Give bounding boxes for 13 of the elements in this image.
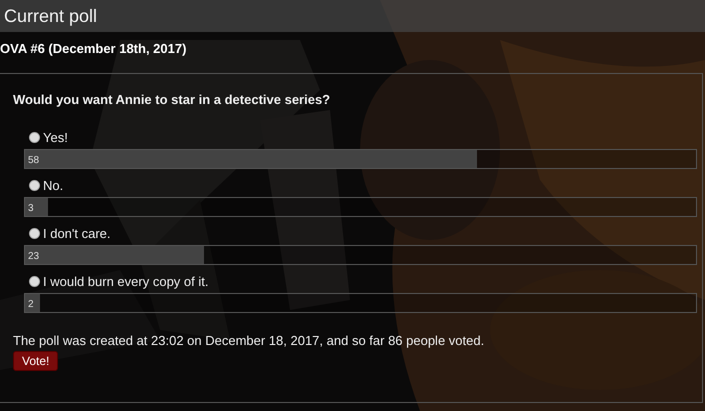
vote-button[interactable]: Vote!: [13, 351, 58, 371]
option-label: No.: [43, 178, 64, 192]
vote-count: 58: [27, 155, 40, 166]
option-label: I don't care.: [43, 226, 111, 240]
poll-title: OVA #6 (December 18th, 2017): [0, 40, 188, 58]
vote-count: 23: [27, 251, 40, 262]
poll-question: Would you want Annie to star in a detective series?: [13, 92, 332, 107]
option-label: I would burn every copy of it.: [43, 274, 208, 288]
section-title: Current poll: [4, 6, 98, 26]
vote-count: 2: [27, 299, 34, 310]
option-label: Yes!: [43, 130, 68, 144]
vote-count: 3: [27, 203, 34, 214]
poll-summary: The poll was created at 23:02 on December 18, 2017, and so far 86 people voted.: [13, 333, 486, 348]
